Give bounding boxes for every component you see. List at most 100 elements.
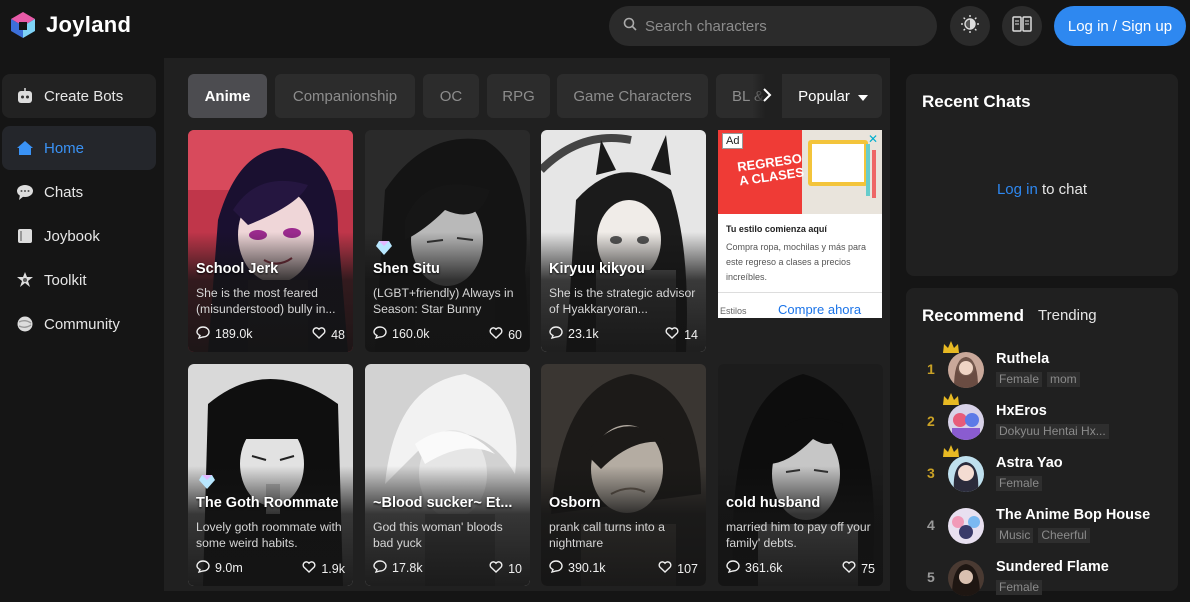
sidebar-item-community[interactable]: Community (2, 302, 156, 346)
sidebar-item-label: Home (44, 139, 85, 157)
gear-icon (16, 271, 34, 289)
chat-icon (373, 560, 387, 576)
search-bar[interactable] (609, 6, 937, 46)
card-title: ~Blood sucker~ Et... (373, 495, 513, 511)
heart-icon (489, 561, 503, 576)
like-count[interactable]: 14 (665, 327, 698, 342)
ad-divider (718, 292, 882, 293)
tag-list: Female (996, 476, 1043, 491)
advertisement[interactable]: REGRESO A CLASES Ad ✕ Tu estilo comienza… (718, 130, 882, 318)
heart-icon (302, 561, 316, 576)
login-link[interactable]: Log in (997, 181, 1038, 198)
character-card[interactable]: cold husband married him to pay off your… (718, 364, 883, 586)
like-count[interactable]: 48 (312, 327, 345, 342)
like-count[interactable]: 107 (658, 561, 698, 576)
chat-count: 189.0k (196, 326, 253, 342)
sidebar-item-toolkit[interactable]: Toolkit (2, 258, 156, 302)
ranked-character-item[interactable]: 1 Ruthela Female mom (922, 341, 1172, 394)
gem-badge-icon (376, 241, 392, 255)
like-count[interactable]: 60 (489, 327, 522, 342)
sidebar: Create Bots Home Chats Joybook Toolkit C… (0, 58, 164, 591)
card-description: married him to pay off your family' debt… (726, 520, 871, 550)
card-title: Kiryuu kikyou (549, 261, 645, 277)
character-card[interactable]: The Goth Roommate Lovely goth roommate w… (188, 364, 353, 586)
rank-number: 1 (927, 361, 935, 377)
ad-cta-link[interactable]: Compre ahora (778, 302, 861, 317)
tab-companionship[interactable]: Companionship (275, 74, 415, 118)
ranked-character-item[interactable]: 5 Sundered Flame Female (922, 554, 1172, 602)
character-card[interactable]: Kiryuu kikyou She is the strategic advis… (541, 130, 706, 352)
chat-icon (196, 326, 210, 342)
ad-headline: Tu estilo comienza aquí (726, 224, 827, 234)
chat-icon (373, 326, 387, 342)
sidebar-item-home[interactable]: Home (2, 126, 156, 170)
tag: Music (996, 528, 1034, 543)
joyland-logo-icon (8, 10, 38, 40)
character-card[interactable]: School Jerk She is the most feared (misu… (188, 130, 353, 352)
heart-icon (665, 327, 679, 342)
chat-icon (196, 560, 210, 576)
tabs-scroll-right-button[interactable] (752, 74, 782, 118)
joybook-button[interactable] (1002, 6, 1042, 46)
card-description: Lovely goth roommate with some weird hab… (196, 520, 342, 550)
tag: mom (1047, 372, 1080, 387)
ranked-character-item[interactable]: 3 Astra Yao Female (922, 445, 1172, 498)
sidebar-item-label: Create Bots (44, 87, 124, 105)
avatar (948, 352, 984, 388)
tab-recommend[interactable]: Recommend (922, 306, 1024, 326)
chat-count: 390.1k (549, 560, 606, 576)
card-title: The Goth Roommate (196, 495, 339, 511)
tab-trending[interactable]: Trending (1038, 307, 1097, 324)
top-bar: Joyland Log in / Sign up (0, 0, 1190, 58)
character-card[interactable]: Shen Situ (LGBT+friendly) Always in Seas… (365, 130, 530, 352)
tab-oc[interactable]: OC (423, 74, 479, 118)
tag-list: Female (996, 580, 1043, 595)
sidebar-item-joybook[interactable]: Joybook (2, 214, 156, 258)
character-name: Astra Yao (996, 455, 1063, 471)
card-description: She is the strategic advisor of Hyakkary… (549, 286, 696, 316)
search-input[interactable] (645, 17, 915, 35)
heart-icon (312, 327, 326, 342)
tag-list: Dokyuu Hentai Hx... (996, 424, 1109, 439)
theme-toggle-button[interactable] (950, 6, 990, 46)
card-description: (LGBT+friendly) Always in Season: Star B… (373, 286, 514, 316)
character-name: HxEros (996, 403, 1047, 419)
tab-anime[interactable]: Anime (188, 74, 267, 118)
ad-close-icon[interactable]: ✕ (866, 132, 880, 146)
avatar (948, 508, 984, 544)
card-description: prank call turns into a nightmare (549, 520, 665, 550)
ad-label: Ad (722, 133, 744, 149)
like-count[interactable]: 10 (489, 561, 522, 576)
character-card[interactable]: ~Blood sucker~ Et... God this woman' blo… (365, 364, 530, 586)
sidebar-item-chats[interactable]: Chats (2, 170, 156, 214)
tab-game-characters[interactable]: Game Characters (557, 74, 708, 118)
like-count[interactable]: 1.9k (302, 561, 345, 576)
book-icon (1012, 15, 1032, 38)
ranked-character-item[interactable]: 2 HxEros Dokyuu Hentai Hx... (922, 393, 1172, 446)
tab-rpg[interactable]: RPG (487, 74, 550, 118)
chat-count: 17.8k (373, 560, 423, 576)
rank-number: 5 (927, 569, 935, 585)
heart-icon (489, 327, 503, 342)
sidebar-item-label: Toolkit (44, 271, 87, 289)
heart-icon (658, 561, 672, 576)
sidebar-item-label: Community (44, 315, 120, 333)
sidebar-item-create-bots[interactable]: Create Bots (2, 74, 156, 118)
character-name: Ruthela (996, 351, 1050, 367)
chat-icon (549, 326, 563, 342)
tag: Cheerful (1038, 528, 1090, 543)
chat-icon (726, 560, 740, 576)
ranked-character-item[interactable]: 4 The Anime Bop House Music Cheerful (922, 502, 1172, 550)
character-card[interactable]: Osborn prank call turns into a nightmare… (541, 364, 706, 586)
chat-count: 23.1k (549, 326, 599, 342)
book-icon (16, 227, 34, 245)
tag: Dokyuu Hentai Hx... (996, 424, 1109, 439)
logo[interactable]: Joyland (8, 10, 131, 40)
sort-dropdown[interactable]: Popular (784, 74, 882, 118)
chat-icon (549, 560, 563, 576)
recent-chats-title: Recent Chats (922, 92, 1031, 111)
like-count[interactable]: 75 (842, 561, 875, 576)
tag-list: Female mom (996, 372, 1080, 387)
login-signup-button[interactable]: Log in / Sign up (1054, 6, 1186, 46)
rank-number: 2 (927, 413, 935, 429)
